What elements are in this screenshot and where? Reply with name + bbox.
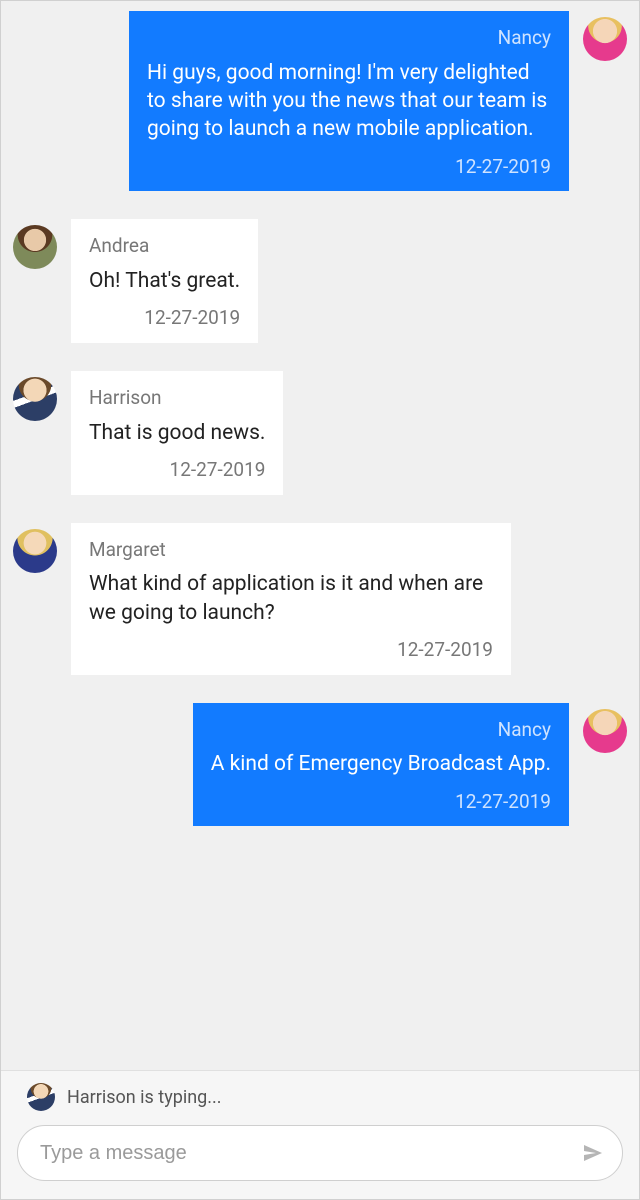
message-bubble: Margaret What kind of application is it …: [71, 523, 511, 675]
message-timestamp: 12-27-2019: [455, 789, 551, 815]
avatar[interactable]: [583, 709, 627, 753]
typing-indicator: Harrison is typing...: [17, 1083, 623, 1111]
message-bubble: Nancy Hi guys, good morning! I'm very de…: [129, 11, 569, 191]
avatar[interactable]: [13, 529, 57, 573]
avatar[interactable]: [583, 17, 627, 61]
message-text: A kind of Emergency Broadcast App.: [211, 750, 551, 778]
avatar[interactable]: [13, 225, 57, 269]
avatar[interactable]: [13, 377, 57, 421]
message-timestamp: 12-27-2019: [397, 637, 493, 663]
message-list: Nancy Hi guys, good morning! I'm very de…: [1, 1, 639, 826]
message-text: That is good news.: [89, 419, 265, 447]
message-sender: Nancy: [498, 717, 551, 743]
message-text: Oh! That's great.: [89, 267, 240, 295]
message-bubble: Andrea Oh! That's great. 12-27-2019: [71, 219, 258, 343]
message-sender: Margaret: [89, 537, 166, 563]
chat-footer: Harrison is typing...: [1, 1070, 639, 1199]
message-row: Harrison That is good news. 12-27-2019: [13, 371, 627, 495]
message-timestamp: 12-27-2019: [170, 457, 266, 483]
message-sender: Andrea: [89, 233, 149, 259]
message-sender: Nancy: [498, 25, 551, 51]
message-bubble: Harrison That is good news. 12-27-2019: [71, 371, 283, 495]
message-row: Andrea Oh! That's great. 12-27-2019: [13, 219, 627, 343]
send-icon: [581, 1141, 605, 1165]
message-row: Nancy A kind of Emergency Broadcast App.…: [13, 703, 627, 827]
message-bubble: Nancy A kind of Emergency Broadcast App.…: [193, 703, 569, 827]
typing-text: Harrison is typing...: [67, 1087, 221, 1108]
message-row: Nancy Hi guys, good morning! I'm very de…: [13, 11, 627, 191]
message-sender: Harrison: [89, 385, 162, 411]
message-input-wrap[interactable]: [17, 1125, 623, 1181]
message-text: What kind of application is it and when …: [89, 570, 493, 627]
message-input[interactable]: [40, 1142, 566, 1165]
message-row: Margaret What kind of application is it …: [13, 523, 627, 675]
message-timestamp: 12-27-2019: [455, 154, 551, 180]
send-button[interactable]: [578, 1138, 608, 1168]
message-timestamp: 12-27-2019: [144, 305, 240, 331]
message-text: Hi guys, good morning! I'm very delighte…: [147, 59, 551, 144]
avatar[interactable]: [27, 1083, 55, 1111]
